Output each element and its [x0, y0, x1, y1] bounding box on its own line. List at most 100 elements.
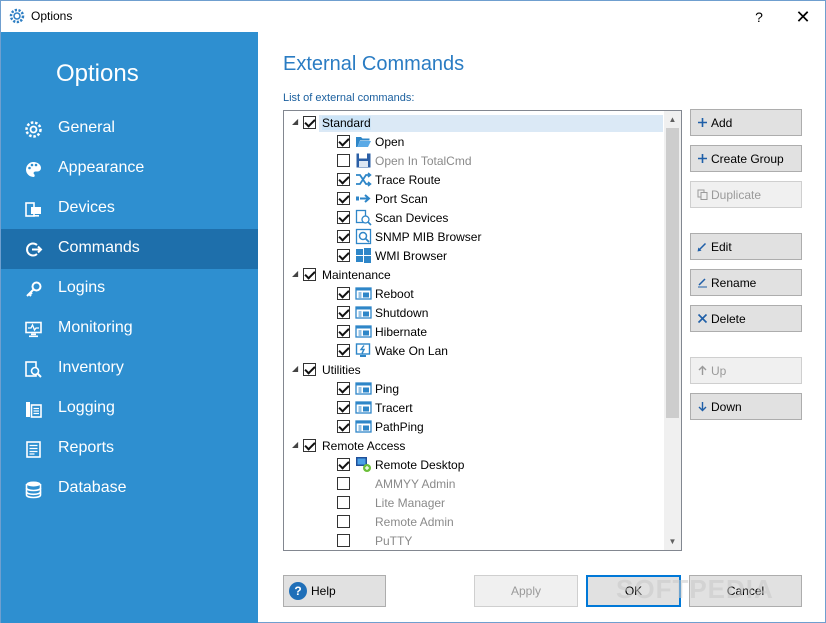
tree-item-label: WMI Browser [375, 249, 447, 263]
tree-item-label: Trace Route [375, 173, 441, 187]
tree-group-row[interactable]: ◢ Standard [285, 113, 665, 132]
tree-group-row[interactable]: ◢ Utilities [285, 360, 665, 379]
rename-button[interactable]: Rename [690, 269, 802, 296]
expander-icon[interactable]: ◢ [292, 117, 301, 126]
help-button[interactable]: ? Help [283, 575, 386, 607]
tree-item-row[interactable]: Lite Manager [285, 493, 665, 512]
scroll-up-button[interactable]: ▲ [664, 111, 681, 128]
checkbox[interactable] [337, 534, 350, 547]
tree-item-label: Remote Desktop [375, 458, 465, 472]
tree-item-row[interactable]: Hibernate [285, 322, 665, 341]
delete-button[interactable]: Delete [690, 305, 802, 332]
tree-item-row[interactable]: Trace Route [285, 170, 665, 189]
tree-item-row[interactable]: AMMYY Admin [285, 474, 665, 493]
sidebar-item-logging[interactable]: Logging [1, 389, 258, 429]
checkbox[interactable] [337, 477, 350, 490]
down-button[interactable]: Down [690, 393, 802, 420]
rename-icon [697, 277, 708, 288]
tree-scrollbar[interactable]: ▲ ▼ [664, 111, 681, 550]
sidebar-item-logins[interactable]: Logins [1, 269, 258, 309]
checkbox[interactable] [337, 173, 350, 186]
checkbox[interactable] [303, 439, 316, 452]
reports-icon [24, 440, 43, 459]
tree-item-row[interactable]: SNMP MIB Browser [285, 227, 665, 246]
tree-item-row[interactable]: WMI Browser [285, 246, 665, 265]
checkbox[interactable] [337, 458, 350, 471]
checkbox[interactable] [337, 325, 350, 338]
checkbox[interactable] [303, 363, 316, 376]
tree-item-label: Scan Devices [375, 211, 449, 225]
tree-item-label: Remote Admin [375, 515, 454, 529]
sidebar-item-reports[interactable]: Reports [1, 429, 258, 469]
title-help-button[interactable]: ? [745, 5, 773, 29]
tree-item-label: Open In TotalCmd [375, 154, 472, 168]
checkbox[interactable] [337, 382, 350, 395]
sidebar-item-appearance[interactable]: Appearance [1, 149, 258, 189]
expander-icon[interactable]: ◢ [292, 440, 301, 449]
checkbox[interactable] [337, 211, 350, 224]
tree-item-label: Utilities [322, 363, 361, 377]
checkbox[interactable] [337, 515, 350, 528]
tree-item-label: Standard [322, 116, 371, 130]
tree-item-row[interactable]: Scan Devices [285, 208, 665, 227]
scroll-down-button[interactable]: ▼ [664, 533, 681, 550]
tree-item-row[interactable]: Remote Desktop [285, 455, 665, 474]
tree-item-row[interactable]: Open [285, 132, 665, 151]
close-button[interactable]: ✕ [789, 5, 817, 29]
tree-item-row[interactable]: Open In TotalCmd [285, 151, 665, 170]
console-icon [355, 304, 372, 321]
duplicate-button[interactable]: Duplicate [690, 181, 802, 208]
wake-icon [355, 342, 372, 359]
sidebar-item-inventory[interactable]: Inventory [1, 349, 258, 389]
checkbox[interactable] [337, 192, 350, 205]
add-button[interactable]: Add [690, 109, 802, 136]
tree-item-row[interactable]: Port Scan [285, 189, 665, 208]
checkbox[interactable] [337, 420, 350, 433]
tree-item-row[interactable]: Tracert [285, 398, 665, 417]
tree-group-row[interactable]: ◢ Maintenance [285, 265, 665, 284]
tree-item-row[interactable]: Remote Admin [285, 512, 665, 531]
tree-item-row[interactable]: Wake On Lan [285, 341, 665, 360]
ok-button[interactable]: OK [586, 575, 681, 607]
checkbox[interactable] [303, 116, 316, 129]
checkbox[interactable] [337, 401, 350, 414]
sidebar-item-devices[interactable]: Devices [1, 189, 258, 229]
sidebar-item-label: Logging [58, 399, 115, 416]
create-group-button[interactable]: Create Group [690, 145, 802, 172]
cancel-button[interactable]: Cancel [689, 575, 802, 607]
checkbox[interactable] [337, 154, 350, 167]
monitor-icon [24, 320, 43, 339]
sidebar-item-label: Inventory [58, 359, 124, 376]
sidebar-item-general[interactable]: General [1, 109, 258, 149]
expander-icon[interactable]: ◢ [292, 364, 301, 373]
console-icon [355, 399, 372, 416]
edit-button[interactable]: Edit [690, 233, 802, 260]
shuffle-icon [355, 171, 372, 188]
checkbox[interactable] [337, 230, 350, 243]
tree-item-row[interactable]: Shutdown [285, 303, 665, 322]
tree-item-row[interactable]: PuTTY [285, 531, 665, 550]
apply-button[interactable]: Apply [474, 575, 578, 607]
checkbox[interactable] [337, 249, 350, 262]
tree-item-row[interactable]: Reboot [285, 284, 665, 303]
sidebar-item-database[interactable]: Database [1, 469, 258, 509]
tree-group-row[interactable]: ◢ Remote Access [285, 436, 665, 455]
expander-icon[interactable]: ◢ [292, 269, 301, 278]
commands-tree[interactable]: ◢ Standard Open Open In TotalCmd Trace Route… [283, 110, 682, 551]
checkbox[interactable] [337, 306, 350, 319]
checkbox[interactable] [337, 287, 350, 300]
scroll-thumb[interactable] [666, 128, 679, 418]
sidebar-item-monitoring[interactable]: Monitoring [1, 309, 258, 349]
checkbox[interactable] [337, 496, 350, 509]
arrow-up-icon [697, 365, 708, 376]
tree-item-label: Lite Manager [375, 496, 446, 510]
up-button[interactable]: Up [690, 357, 802, 384]
checkbox[interactable] [337, 135, 350, 148]
tree-item-row[interactable]: PathPing [285, 417, 665, 436]
tree-item-row[interactable]: Ping [285, 379, 665, 398]
checkbox[interactable] [337, 344, 350, 357]
checkbox[interactable] [303, 268, 316, 281]
tree-item-label: PathPing [375, 420, 424, 434]
sidebar-item-commands[interactable]: Commands [1, 229, 258, 269]
sidebar-item-label: Reports [58, 439, 115, 456]
